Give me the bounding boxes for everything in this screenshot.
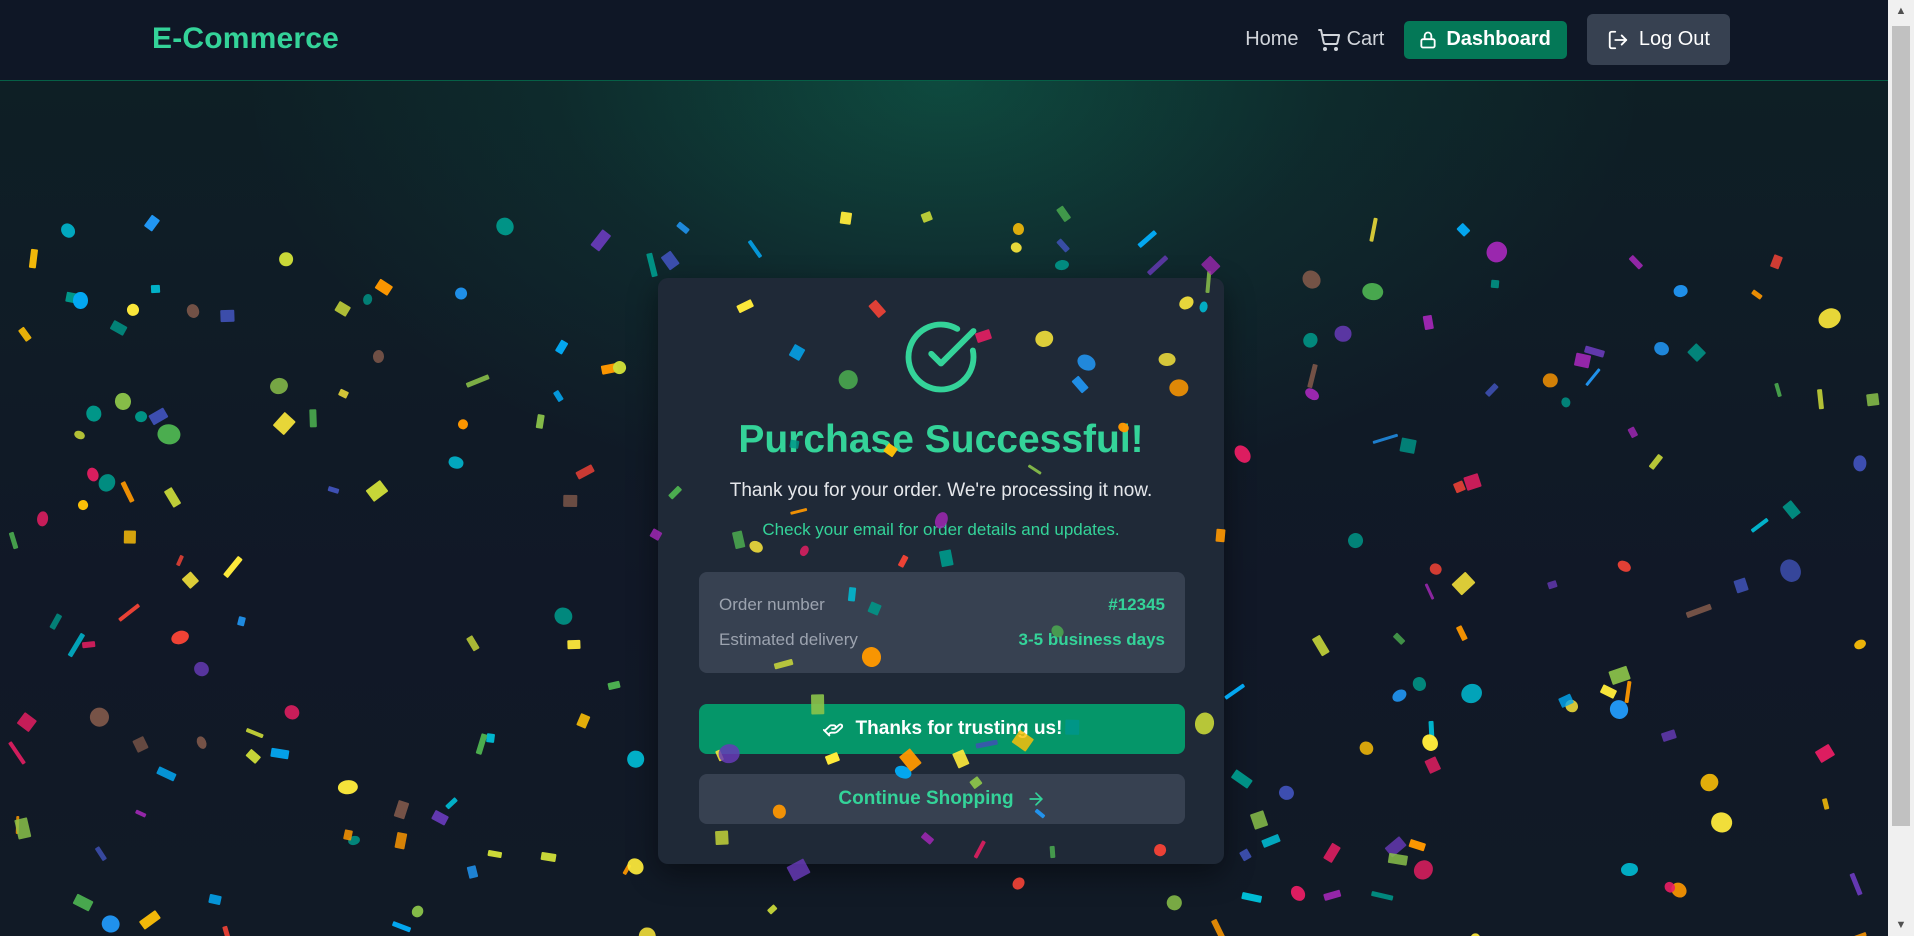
email-note: Check your email for order details and u… bbox=[762, 520, 1120, 539]
purchase-success-card: Purchase Successful! Thank you for your … bbox=[658, 278, 1224, 864]
arrow-right-icon bbox=[1028, 792, 1043, 806]
detail-label: Estimated delivery bbox=[719, 629, 858, 649]
vertical-scrollbar[interactable]: ▲ ▼ bbox=[1888, 0, 1914, 936]
check-circle-icon bbox=[902, 318, 980, 396]
delivery-value: 3-5 business days bbox=[1018, 629, 1165, 649]
detail-label: Order number bbox=[719, 594, 825, 614]
logout-icon bbox=[1608, 30, 1627, 49]
lock-icon bbox=[1420, 31, 1436, 48]
brand-logo[interactable]: E-Commerce bbox=[152, 22, 339, 56]
dashboard-label: Dashboard bbox=[1446, 28, 1551, 50]
order-number-row: Order number #12345 bbox=[719, 587, 1165, 622]
nav-links: Home Cart Dashboard Log Out bbox=[1245, 14, 1730, 65]
scroll-up-arrow[interactable]: ▲ bbox=[1888, 0, 1914, 22]
order-details-panel: Order number #12345 Estimated delivery 3… bbox=[699, 572, 1185, 673]
cart-label: Cart bbox=[1346, 28, 1385, 50]
handshake-icon bbox=[822, 723, 843, 737]
nav-home-link[interactable]: Home bbox=[1245, 28, 1298, 51]
dashboard-button[interactable]: Dashboard bbox=[1404, 20, 1567, 59]
scroll-thumb[interactable] bbox=[1892, 26, 1910, 826]
thanks-label: Thanks for trusting us! bbox=[855, 718, 1063, 739]
page-title: Purchase Successful! bbox=[738, 418, 1144, 461]
confirmation-message: Thank you for your order. We're processi… bbox=[729, 480, 1153, 501]
logout-label: Log Out bbox=[1638, 28, 1710, 50]
top-navbar: E-Commerce Home Cart Dashboard Log Out bbox=[0, 0, 1888, 81]
cart-icon bbox=[1317, 28, 1340, 51]
order-number-value: #12345 bbox=[1108, 594, 1165, 614]
scroll-down-arrow[interactable]: ▼ bbox=[1888, 914, 1914, 936]
delivery-row: Estimated delivery 3-5 business days bbox=[719, 622, 1165, 657]
nav-cart-link[interactable]: Cart bbox=[1317, 28, 1385, 52]
logout-button[interactable]: Log Out bbox=[1586, 14, 1730, 65]
thanks-button[interactable]: Thanks for trusting us! bbox=[699, 704, 1185, 754]
continue-shopping-button[interactable]: Continue Shopping bbox=[699, 774, 1185, 824]
continue-label: Continue Shopping bbox=[838, 788, 1014, 809]
